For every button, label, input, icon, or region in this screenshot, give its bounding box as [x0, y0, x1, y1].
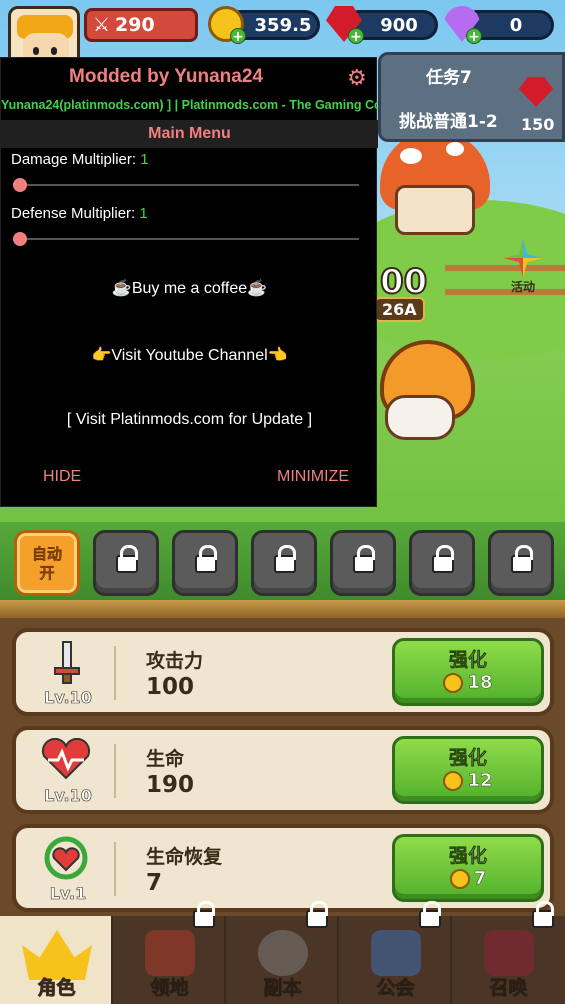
quest-panel[interactable]: 任务7 挑战普通1-2 150: [378, 52, 565, 142]
skill-slot-locked[interactable]: [93, 530, 159, 596]
upgrade-value: 7: [146, 870, 163, 896]
hide-button[interactable]: HIDE: [43, 468, 81, 486]
ruby-reward-icon: [519, 77, 553, 107]
territory-icon: [145, 930, 195, 976]
skill-slot-locked[interactable]: [251, 530, 317, 596]
upgrade-name: 攻击力: [146, 650, 204, 672]
bottom-nav: 角色 领地 副本 公会 召唤: [0, 901, 565, 1004]
slider-thumb[interactable]: [13, 232, 27, 246]
gear-icon[interactable]: ⚙: [347, 66, 367, 91]
gold-coin-icon: [449, 868, 470, 889]
upgrade-attack-button[interactable]: 强化 18: [392, 638, 544, 706]
event-label: 活动: [510, 280, 535, 294]
lock-icon: [195, 545, 217, 573]
enemy-body: [385, 395, 455, 440]
pinwheel-icon: [503, 238, 543, 278]
skill-slot-locked[interactable]: [409, 530, 475, 596]
nav-tab-summon[interactable]: 召唤: [452, 901, 565, 1004]
youtube-channel-button[interactable]: 👉Visit Youtube Channel👈: [1, 345, 378, 365]
gold-coin-icon: [443, 672, 464, 693]
quest-title: 任务7: [426, 68, 472, 88]
upgrade-panel: Lv.10 攻击力 100 强化 18 Lv.10 生命 190 强化 12 L…: [0, 618, 565, 918]
gold-value: 359.5: [254, 14, 312, 36]
upgrade-value: 100: [146, 674, 195, 700]
upgrade-health-button[interactable]: 强化 12: [392, 736, 544, 804]
diamond-value: 0: [509, 14, 523, 36]
lock-icon: [193, 901, 215, 928]
minimize-button[interactable]: MINIMIZE: [277, 468, 349, 486]
summon-icon: [484, 930, 534, 976]
nav-tab-guild[interactable]: 公会: [339, 901, 452, 1004]
dungeon-icon: [258, 930, 308, 976]
defense-multiplier-value: 1: [139, 205, 148, 222]
buy-coffee-button[interactable]: ☕Buy me a coffee☕: [1, 278, 378, 298]
upgrade-level: Lv.1: [49, 884, 87, 904]
nav-tab-character[interactable]: 角色: [0, 916, 113, 1004]
add-diamond-button[interactable]: +: [466, 28, 482, 45]
upgrade-name: 生命恢复: [146, 846, 223, 868]
upgrade-level: Lv.10: [44, 786, 92, 806]
defense-multiplier-label: Defense Multiplier: 1: [11, 205, 148, 222]
skill-slot-locked[interactable]: [488, 530, 554, 596]
lock-icon: [419, 901, 441, 928]
lock-icon: [353, 545, 375, 573]
lock-icon: [306, 901, 328, 928]
upgrade-card-health: Lv.10 生命 190 强化 12: [12, 726, 554, 814]
add-gold-button[interactable]: +: [230, 28, 246, 45]
platinmods-update-button[interactable]: [ Visit Platinmods.com for Update ]: [1, 411, 378, 429]
event-button[interactable]: 活动: [498, 238, 548, 298]
damage-number: 00: [379, 261, 428, 303]
upgrade-level: Lv.10: [44, 688, 92, 708]
heart-regen-icon: [38, 836, 94, 880]
ruby-value: 900: [380, 14, 418, 36]
upgrade-card-attack: Lv.10 攻击力 100 强化 18: [12, 628, 554, 716]
skill-bar: 自动开: [0, 522, 565, 602]
upgrade-card-regen: Lv.1 生命恢复 7 强化 7: [12, 824, 554, 912]
swords-icon: ⚔: [93, 14, 111, 36]
quest-reward-count: 150: [521, 115, 555, 134]
divider: [0, 600, 565, 618]
main-menu-header: Main Menu: [1, 120, 378, 148]
damage-multiplier-slider[interactable]: [13, 178, 359, 192]
sword-icon: [38, 640, 94, 684]
upgrade-regen-button[interactable]: 强化 7: [392, 834, 544, 902]
upgrade-name: 生命: [146, 748, 185, 770]
add-ruby-button[interactable]: +: [348, 28, 364, 45]
auto-skill-toggle[interactable]: 自动开: [14, 530, 80, 596]
mod-menu: Modded by Yunana24 ⚙ Yunana24(platinmods…: [0, 57, 378, 507]
damage-multiplier-value: 1: [140, 151, 149, 168]
skill-slot-locked[interactable]: [172, 530, 238, 596]
mod-menu-title: Modded by Yunana24: [69, 66, 263, 87]
lock-icon: [274, 545, 296, 573]
nav-tab-territory[interactable]: 领地: [113, 901, 226, 1004]
skill-slot-locked[interactable]: [330, 530, 396, 596]
lock-icon: [532, 901, 554, 928]
combat-power-value: 290: [115, 14, 155, 36]
lock-icon: [116, 545, 138, 573]
lock-icon: [432, 545, 454, 573]
damage-subtext: 26A: [374, 297, 425, 322]
combat-power-banner: ⚔ 290: [84, 8, 198, 42]
mushroom-house: [395, 185, 475, 235]
defense-multiplier-slider[interactable]: [13, 232, 359, 246]
heart-icon: [38, 737, 94, 782]
nav-tab-dungeon[interactable]: 副本: [226, 901, 339, 1004]
damage-multiplier-label: Damage Multiplier: 1: [11, 151, 149, 168]
slider-thumb[interactable]: [13, 178, 27, 192]
upgrade-value: 190: [146, 772, 195, 798]
guild-icon: [371, 930, 421, 976]
gold-coin-icon: [443, 770, 464, 791]
lock-icon: [511, 545, 533, 573]
mod-credits-marquee: Yunana24(platinmods.com) ] | Platinmods.…: [1, 98, 378, 112]
quest-description: 挑战普通1-2: [399, 112, 498, 132]
